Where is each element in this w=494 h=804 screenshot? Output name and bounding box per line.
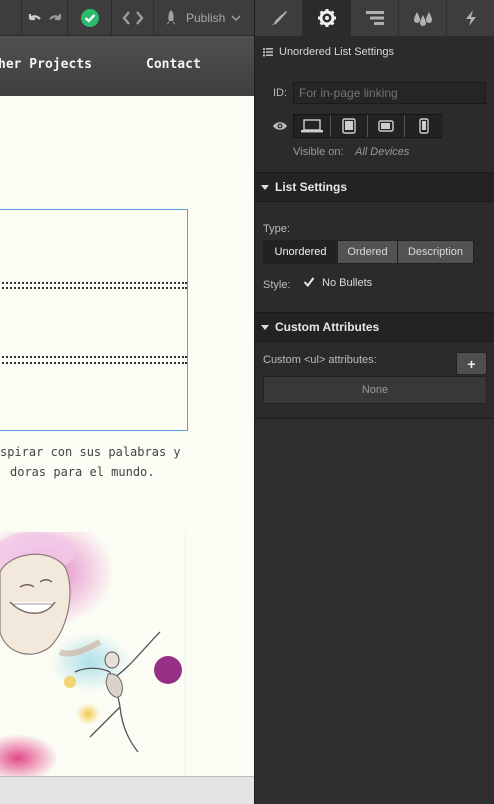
- custom-attributes-header[interactable]: Custom Attributes: [255, 312, 494, 342]
- device-desktop-toggle[interactable]: [294, 115, 331, 137]
- type-option-description[interactable]: Description: [397, 240, 474, 264]
- add-attribute-button[interactable]: +: [456, 352, 487, 375]
- publish-label: Publish: [186, 11, 226, 25]
- device-tablet-toggle[interactable]: [331, 115, 368, 137]
- paintbrush-icon: [270, 11, 287, 25]
- id-label: ID:: [273, 87, 288, 99]
- navigator-icon: [365, 11, 384, 25]
- id-input[interactable]: [293, 82, 486, 104]
- toolbar-spacer: [0, 0, 22, 36]
- panel-tabs: [255, 0, 494, 36]
- phone-portrait-icon: [418, 118, 429, 134]
- watercolor-illustration: [0, 532, 186, 776]
- custom-attributes-label: Custom <ul> attributes:: [263, 354, 377, 366]
- no-bullets-checkbox[interactable]: [303, 276, 315, 288]
- eye-icon: [273, 122, 287, 130]
- undo-redo-icon: [28, 14, 61, 21]
- list-item-divider: [0, 356, 187, 358]
- settings-panel: Unordered List Settings ID: Visible on:: [254, 0, 494, 804]
- selected-unordered-list[interactable]: [0, 209, 188, 431]
- visible-on-label: Visible on:: [293, 146, 344, 158]
- code-export-button[interactable]: [112, 0, 154, 36]
- designer-toolbar: Publish: [0, 0, 254, 36]
- tab-interactions[interactable]: [447, 0, 494, 36]
- collapse-triangle-icon: [261, 324, 269, 330]
- attributes-empty-list: None: [263, 376, 487, 404]
- type-label: Type:: [263, 223, 290, 235]
- style-label: Style:: [263, 279, 291, 291]
- canvas-bottom-bar: [0, 776, 254, 804]
- design-canvas[interactable]: her Projects Contact spirar con sus pala…: [0, 36, 254, 776]
- list-item[interactable]: [0, 364, 187, 430]
- tab-settings[interactable]: [303, 0, 351, 36]
- settings-title: Unordered List Settings: [279, 46, 394, 58]
- device-landscape-toggle[interactable]: [368, 115, 405, 137]
- drops-icon: [413, 12, 432, 26]
- no-bullets-label[interactable]: No Bullets: [322, 277, 372, 289]
- publish-button[interactable]: Publish: [154, 0, 254, 36]
- rocket-icon: [166, 10, 176, 25]
- list-item[interactable]: [0, 288, 187, 358]
- site-navbar: her Projects Contact: [0, 36, 254, 96]
- tablet-icon: [342, 118, 356, 134]
- panel-empty-area: [255, 419, 494, 804]
- type-option-ordered[interactable]: Ordered: [337, 240, 398, 264]
- phone-landscape-icon: [378, 120, 394, 132]
- list-item-divider: [0, 282, 187, 284]
- nav-link-contact[interactable]: Contact: [146, 57, 201, 72]
- body-paragraph: spirar con sus palabras y doras para el …: [0, 443, 254, 493]
- list-item[interactable]: [0, 210, 187, 282]
- sync-status-button[interactable]: [68, 0, 112, 36]
- device-portrait-toggle[interactable]: [405, 115, 442, 137]
- code-icon: [121, 11, 144, 25]
- type-option-unordered[interactable]: Unordered: [263, 240, 338, 264]
- lightning-icon: [466, 10, 476, 26]
- chevron-down-icon: [231, 15, 241, 22]
- visible-on-value: All Devices: [355, 146, 410, 158]
- tab-swatches[interactable]: [399, 0, 447, 36]
- undo-redo-button[interactable]: [22, 0, 68, 36]
- list-settings-title: List Settings: [275, 180, 348, 194]
- list-settings-header[interactable]: List Settings: [255, 172, 494, 202]
- settings-title-row: Unordered List Settings: [263, 46, 394, 58]
- custom-attributes-title: Custom Attributes: [275, 320, 380, 334]
- list-icon: [263, 48, 273, 57]
- collapse-triangle-icon: [261, 184, 269, 190]
- nav-link-other-projects[interactable]: her Projects: [0, 57, 92, 72]
- tab-navigator[interactable]: [351, 0, 399, 36]
- gear-icon: [317, 9, 336, 27]
- paragraph-line: doras para el mundo.: [10, 465, 155, 479]
- check-circle-icon: [80, 9, 99, 27]
- desktop-icon: [301, 119, 323, 133]
- dancer-illustration-image: [0, 532, 182, 776]
- paragraph-line: spirar con sus palabras y: [0, 445, 181, 459]
- tab-style[interactable]: [255, 0, 303, 36]
